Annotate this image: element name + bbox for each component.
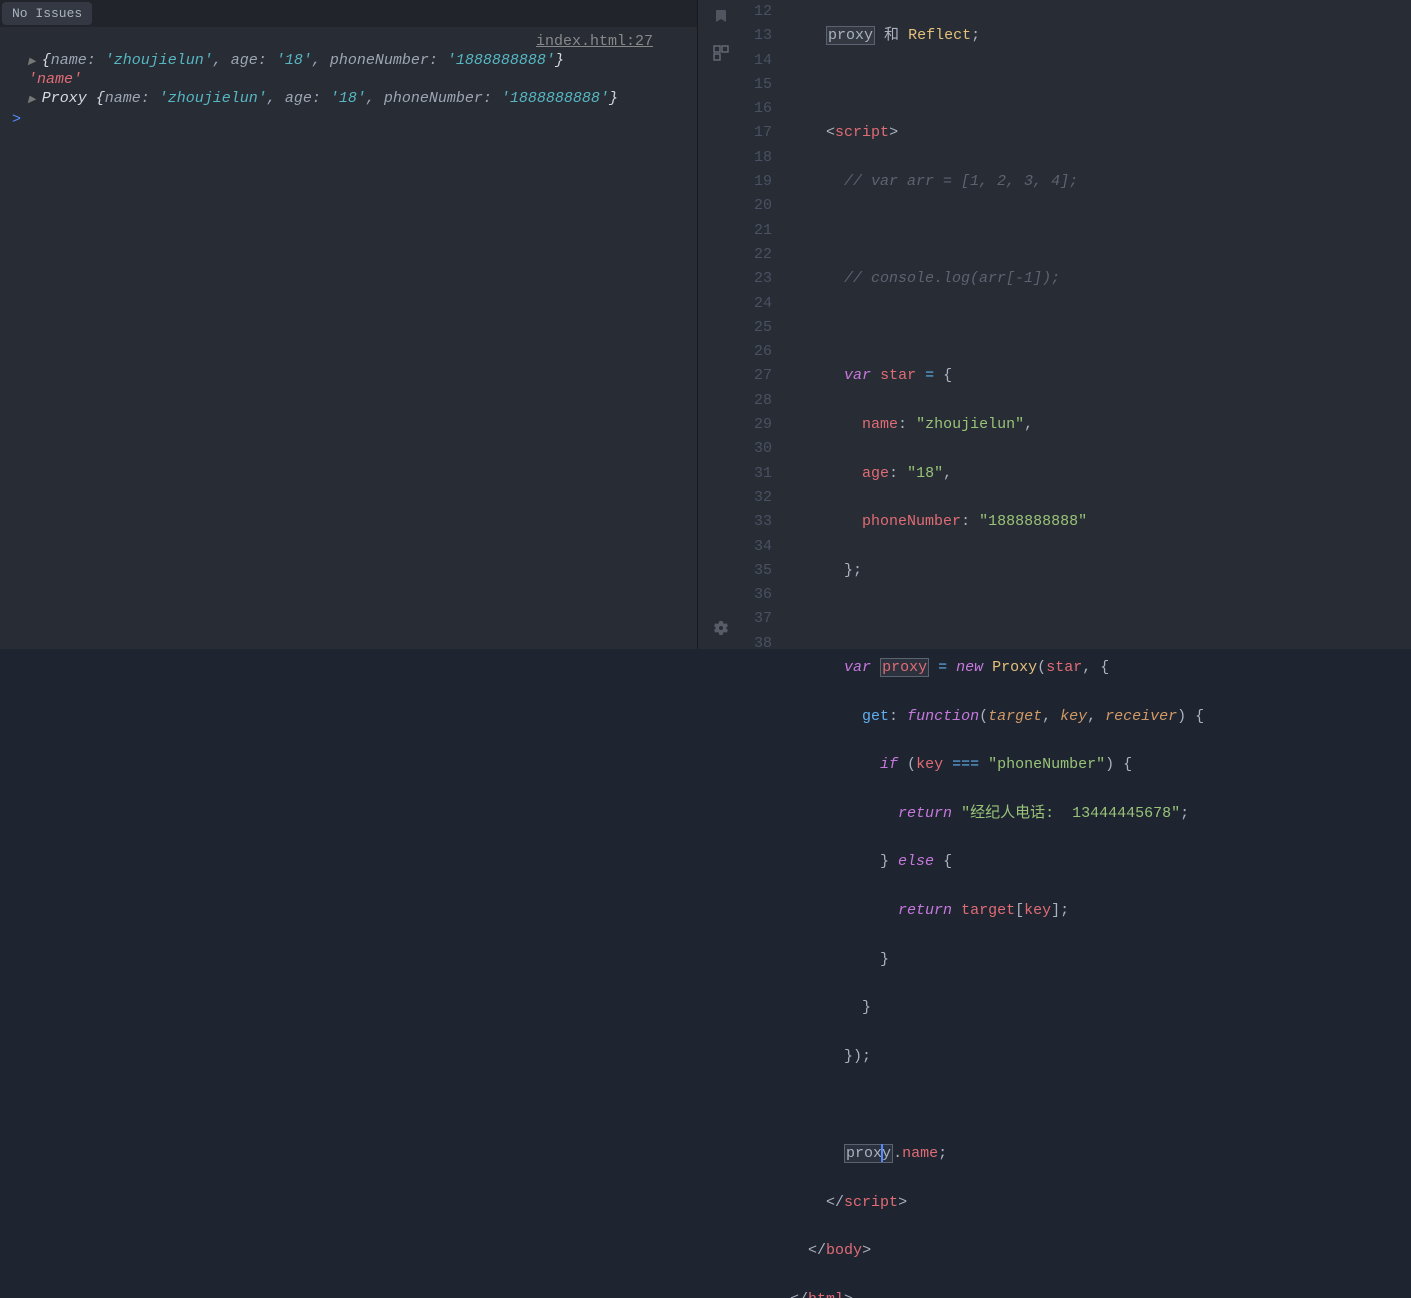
code-line: var star = { bbox=[790, 364, 1411, 388]
line-number: 38 bbox=[754, 632, 772, 656]
expand-arrow-icon[interactable]: ▶ bbox=[28, 94, 36, 106]
code-editor-panel: 12 13 14 15 16 17 18 19 20 21 22 23 24 2… bbox=[698, 0, 1411, 649]
line-number: 30 bbox=[754, 437, 772, 461]
layout-icon[interactable] bbox=[713, 45, 729, 66]
prop-val: '1888888888' bbox=[447, 52, 555, 69]
code-line: } bbox=[790, 948, 1411, 972]
line-number: 33 bbox=[754, 510, 772, 534]
prop-val: 'zhoujielun' bbox=[105, 52, 213, 69]
line-number: 26 bbox=[754, 340, 772, 364]
code-line bbox=[790, 73, 1411, 97]
line-number: 28 bbox=[754, 389, 772, 413]
line-number: 36 bbox=[754, 583, 772, 607]
code-line: <script> bbox=[790, 121, 1411, 145]
line-number: 22 bbox=[754, 243, 772, 267]
string-value: 'name' bbox=[28, 71, 82, 88]
console-output[interactable]: index.html:27 ▶ {name: 'zhoujielun', age… bbox=[0, 27, 697, 649]
issues-badge[interactable]: No Issues bbox=[2, 2, 92, 25]
line-number: 24 bbox=[754, 292, 772, 316]
prop-val: 'zhoujielun' bbox=[159, 90, 267, 107]
code-line: }; bbox=[790, 559, 1411, 583]
code-line: // var arr = [1, 2, 3, 4]; bbox=[790, 170, 1411, 194]
code-line: name: "zhoujielun", bbox=[790, 413, 1411, 437]
code-line bbox=[790, 1093, 1411, 1117]
code-line: if (key === "phoneNumber") { bbox=[790, 753, 1411, 777]
code-line: return target[key]; bbox=[790, 899, 1411, 923]
code-line: </html> bbox=[790, 1288, 1411, 1298]
brace: { bbox=[42, 52, 51, 69]
code-line: } else { bbox=[790, 850, 1411, 874]
editor-icon-gutter bbox=[698, 0, 744, 649]
bookmark-icon[interactable] bbox=[713, 8, 729, 29]
code-line: return "经纪人电话: 13444445678"; bbox=[790, 802, 1411, 826]
line-number: 27 bbox=[754, 364, 772, 388]
prop-key: phoneNumber: bbox=[384, 90, 492, 107]
code-line bbox=[790, 219, 1411, 243]
gear-icon[interactable] bbox=[713, 620, 729, 641]
line-number: 21 bbox=[754, 219, 772, 243]
line-number: 35 bbox=[754, 559, 772, 583]
brace: } bbox=[609, 90, 618, 107]
console-prompt[interactable]: > bbox=[8, 111, 689, 128]
line-number: 20 bbox=[754, 194, 772, 218]
line-number: 12 bbox=[754, 0, 772, 24]
line-number: 17 bbox=[754, 121, 772, 145]
code-line bbox=[790, 316, 1411, 340]
source-link[interactable]: index.html:27 bbox=[8, 33, 689, 50]
prop-key: name: bbox=[105, 90, 150, 107]
line-number: 14 bbox=[754, 49, 772, 73]
code-line: }); bbox=[790, 1045, 1411, 1069]
line-number: 23 bbox=[754, 267, 772, 291]
prop-key: age: bbox=[285, 90, 321, 107]
line-number: 19 bbox=[754, 170, 772, 194]
line-number: 18 bbox=[754, 146, 772, 170]
prop-val: '18' bbox=[330, 90, 366, 107]
code-line: proxy 和 Reflect; bbox=[790, 24, 1411, 48]
console-log-string[interactable]: 'name' bbox=[8, 71, 689, 88]
code-line: age: "18", bbox=[790, 462, 1411, 486]
console-log-object[interactable]: ▶ {name: 'zhoujielun', age: '18', phoneN… bbox=[8, 52, 689, 69]
code-line: get: function(target, key, receiver) { bbox=[790, 705, 1411, 729]
line-number: 25 bbox=[754, 316, 772, 340]
issues-bar: No Issues bbox=[0, 0, 697, 27]
code-line bbox=[790, 607, 1411, 631]
code-line: </script> bbox=[790, 1191, 1411, 1215]
expand-arrow-icon[interactable]: ▶ bbox=[28, 56, 36, 68]
brace: } bbox=[555, 52, 564, 69]
code-content[interactable]: proxy 和 Reflect; <script> // var arr = [… bbox=[790, 0, 1411, 649]
line-number: 34 bbox=[754, 535, 772, 559]
devtools-console-panel: No Issues index.html:27 ▶ {name: 'zhouji… bbox=[0, 0, 698, 649]
line-number-gutter: 12 13 14 15 16 17 18 19 20 21 22 23 24 2… bbox=[744, 0, 790, 649]
line-number: 29 bbox=[754, 413, 772, 437]
line-number: 31 bbox=[754, 462, 772, 486]
code-line: var proxy = new Proxy(star, { bbox=[790, 656, 1411, 680]
line-number: 16 bbox=[754, 97, 772, 121]
code-line: phoneNumber: "1888888888" bbox=[790, 510, 1411, 534]
code-line: proxy.name; bbox=[790, 1142, 1411, 1166]
line-number: 32 bbox=[754, 486, 772, 510]
prop-key: phoneNumber: bbox=[330, 52, 438, 69]
proxy-label: Proxy bbox=[42, 90, 87, 107]
prop-key: name: bbox=[51, 52, 96, 69]
prop-val: '1888888888' bbox=[501, 90, 609, 107]
line-number: 15 bbox=[754, 73, 772, 97]
code-line: } bbox=[790, 996, 1411, 1020]
prop-key: age: bbox=[231, 52, 267, 69]
code-line: </body> bbox=[790, 1239, 1411, 1263]
prop-val: '18' bbox=[276, 52, 312, 69]
code-line: // console.log(arr[-1]); bbox=[790, 267, 1411, 291]
code-editor[interactable]: 12 13 14 15 16 17 18 19 20 21 22 23 24 2… bbox=[744, 0, 1411, 649]
line-number: 13 bbox=[754, 24, 772, 48]
line-number: 37 bbox=[754, 607, 772, 631]
console-log-proxy[interactable]: ▶ Proxy {name: 'zhoujielun', age: '18', … bbox=[8, 90, 689, 107]
brace: { bbox=[87, 90, 105, 107]
